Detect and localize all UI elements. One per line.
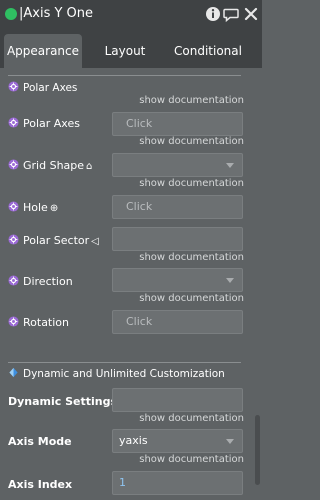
plugin-gear-icon — [8, 159, 19, 170]
comment-icon[interactable] — [222, 5, 240, 23]
label-direction: Direction — [8, 275, 73, 289]
tab-appearance[interactable]: Appearance — [4, 34, 82, 68]
chevron-down-icon — [226, 439, 234, 444]
show-documentation-link[interactable]: show documentation — [139, 95, 244, 107]
label-hole: Hole ⊕ — [8, 201, 58, 216]
chevron-down-icon — [226, 163, 234, 168]
show-documentation-link[interactable]: show documentation — [139, 178, 244, 190]
section-header-dynamic: Dynamic and Unlimited Customization — [8, 367, 225, 381]
plugin-gear-icon — [8, 201, 19, 212]
title-bar: |Axis Y One — [0, 0, 262, 28]
home-shape-icon: ⌂ — [86, 161, 93, 172]
dynamic-settings-input[interactable] — [112, 388, 243, 412]
tab-bar: Appearance Layout Conditional — [0, 28, 262, 68]
section-title: Polar Axes — [23, 82, 78, 94]
properties-content: Polar Axes show documentation Polar Axes… — [0, 68, 250, 500]
section-title: Dynamic and Unlimited Customization — [23, 368, 225, 380]
label-rotation: Rotation — [8, 316, 69, 330]
show-documentation-link[interactable]: show documentation — [139, 252, 244, 264]
element-title[interactable]: |Axis Y One — [19, 5, 93, 23]
label-polar-sector: Polar Sector ◁ — [8, 234, 99, 249]
show-documentation-link[interactable]: show documentation — [139, 454, 244, 466]
property-editor-panel: |Axis Y One Appearance Layout Conditiona… — [0, 0, 262, 500]
polar-axes-input[interactable]: Click — [112, 112, 243, 136]
sector-shape-icon: ◁ — [91, 236, 99, 247]
info-icon[interactable] — [204, 5, 222, 23]
status-dot-icon — [5, 8, 17, 20]
section-divider — [8, 362, 241, 363]
section-divider — [8, 75, 241, 76]
chevron-down-icon — [226, 278, 234, 283]
section-header-polar-axes: Polar Axes — [8, 81, 77, 95]
label-axis-mode: Axis Mode — [8, 435, 72, 448]
polar-sector-input[interactable] — [112, 227, 243, 251]
scrollbar-thumb[interactable] — [255, 415, 260, 485]
tab-layout[interactable]: Layout — [96, 34, 154, 68]
label-grid-shape: Grid Shape ⌂ — [8, 159, 92, 174]
rotation-input[interactable]: Click — [112, 310, 243, 334]
hole-shape-icon: ⊕ — [49, 203, 59, 214]
hole-input[interactable]: Click — [112, 195, 243, 219]
axis-index-input[interactable]: 1 — [112, 471, 243, 495]
plugin-gear-icon — [8, 117, 19, 128]
plugin-gear-icon — [8, 234, 19, 245]
plugin-gear-icon — [8, 275, 19, 286]
grid-shape-select[interactable] — [112, 153, 243, 177]
show-documentation-link[interactable]: show documentation — [139, 136, 244, 148]
show-documentation-link[interactable]: show documentation — [139, 413, 244, 425]
direction-select[interactable] — [112, 268, 243, 292]
close-icon[interactable] — [242, 5, 260, 23]
plugin-gear-icon — [8, 81, 19, 92]
label-polar-axes: Polar Axes — [8, 117, 80, 131]
plugin-gear-icon — [8, 316, 19, 327]
dynamic-plugin-icon — [8, 367, 19, 378]
label-axis-index: Axis Index — [8, 478, 73, 491]
tab-conditional[interactable]: Conditional — [170, 34, 246, 68]
show-documentation-link[interactable]: show documentation — [139, 293, 244, 305]
axis-mode-select[interactable]: yaxis — [112, 429, 243, 453]
